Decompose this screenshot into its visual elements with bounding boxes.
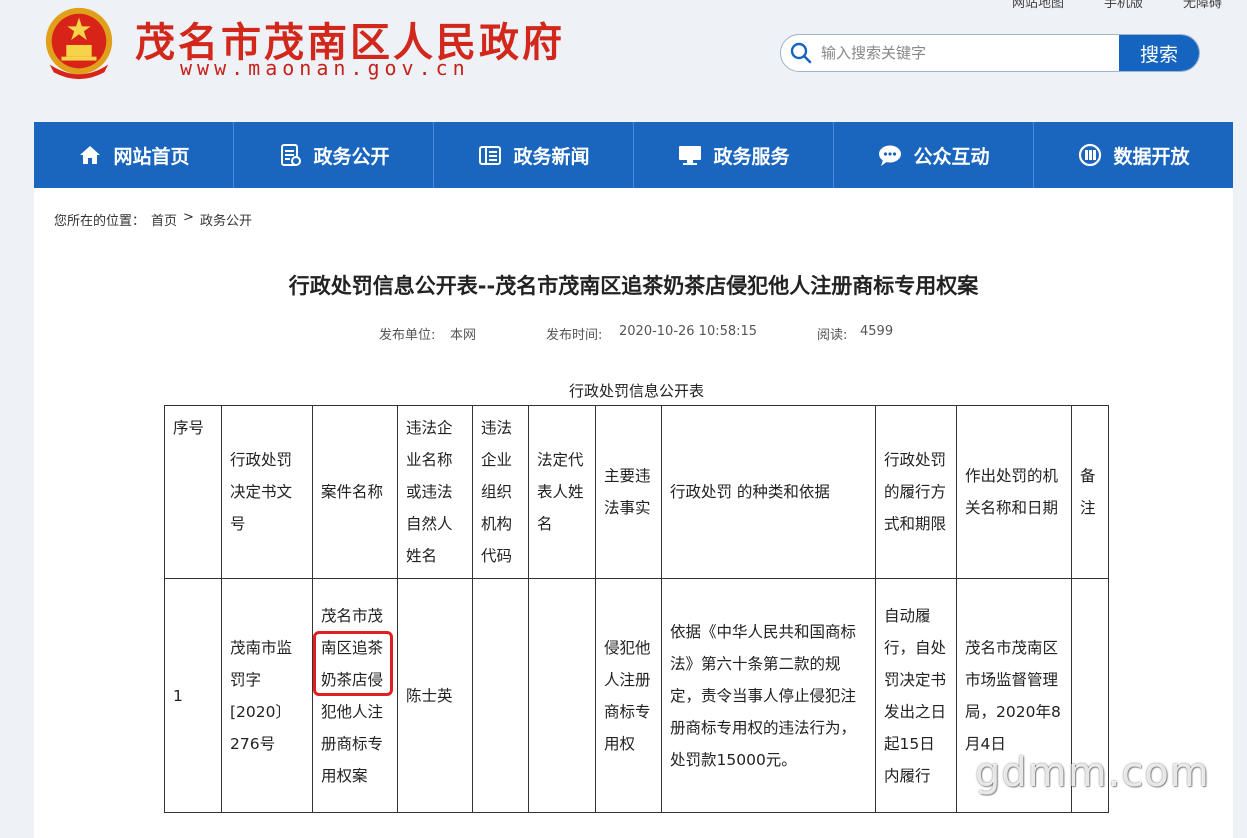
cell-facts: 侵犯他人注册 商标专用权 [595, 578, 662, 813]
header-cell: 序号 [164, 405, 222, 579]
nav-gov-affairs-label: 政务公开 [313, 145, 390, 168]
data-icon [1079, 143, 1102, 167]
red-highlight-box [313, 631, 393, 696]
header-cell: 行政处罚 的种类和依据 [661, 405, 876, 579]
header-cell: 违法企业组织机构代码 [472, 405, 529, 579]
header-cell: 违法企业名称或违法自然人姓名 [397, 405, 473, 579]
search-icon [790, 42, 812, 64]
mobile-link[interactable]: 手机版 [1104, 0, 1143, 11]
nav-gov-affairs[interactable]: 政务公开 [234, 122, 434, 188]
main-content: 您所在的位置： 首页 > 政务公开 行政处罚信息公开表--茂名市茂南区追茶奶茶店… [34, 188, 1233, 838]
nav-news[interactable]: 政务新闻 [434, 122, 634, 188]
watermark: gdmm.com [975, 750, 1210, 796]
table-header-row: 序号 行政处罚决定书文号 案件名称 违法企业名称或违法自然人姓名 违法企业组织机… [164, 405, 1109, 579]
cell-basis: 依据《中华人民共和国商标法》第六十条第二款的规定，责令当事人停止侵犯注册商标专用… [661, 578, 876, 813]
chat-icon [879, 145, 902, 166]
news-icon [479, 146, 502, 165]
nav-home[interactable]: 网站首页 [34, 122, 234, 188]
nav-interaction-label: 公众互动 [913, 145, 990, 168]
nav-open-data[interactable]: 数据开放 [1034, 122, 1233, 188]
header-cell: 案件名称 [312, 405, 398, 579]
accessibility-link[interactable]: 无障碍 [1183, 0, 1222, 11]
national-emblem-icon [45, 7, 113, 80]
publish-time-label: 发布时间: [546, 328, 603, 343]
nav-news-label: 政务新闻 [513, 145, 590, 168]
site-header: 茂名市茂南区人民政府 www.maonan.gov.cn 网站地图 手机版 无障… [0, 0, 1247, 122]
publisher-label: 发布单位: [379, 328, 436, 343]
publish-time-value: 2020-10-26 10:58:15 [619, 324, 758, 339]
search-button[interactable]: 搜索 [1119, 35, 1199, 71]
cell-org-code [472, 578, 529, 813]
site-domain: www.maonan.gov.cn [180, 56, 470, 80]
views-label: 阅读: [817, 328, 848, 343]
breadcrumb-separator: > [183, 210, 194, 225]
search-input[interactable] [821, 35, 1121, 71]
nav-open-data-label: 数据开放 [1113, 145, 1190, 168]
header-cell: 行政处罚决定书文号 [221, 405, 313, 579]
breadcrumb-prefix: 您所在的位置： [54, 214, 146, 229]
views-value: 4599 [860, 324, 894, 339]
home-icon [80, 146, 101, 164]
nav-services[interactable]: 政务服务 [634, 122, 834, 188]
breadcrumb-home[interactable]: 首页 [151, 210, 177, 229]
cell-legal-rep [528, 578, 596, 813]
table-row: 1 茂南市监罚字[2020〕276号 茂名市茂南区追茶奶茶店侵犯他人注册商标专用… [164, 578, 1109, 813]
cell-doc-no: 茂南市监罚字[2020〕276号 [221, 578, 313, 813]
table-caption: 行政处罚信息公开表 [568, 382, 704, 400]
nav-interaction[interactable]: 公众互动 [834, 122, 1034, 188]
breadcrumb: 您所在的位置： 首页 > 政务公开 [54, 210, 252, 229]
header-cell: 法定代表人姓名 [528, 405, 596, 579]
top-links: 网站地图 手机版 无障碍 [1012, 0, 1222, 11]
cell-execution: 自动履行，自处罚决定书发出之日起15日内履行 [875, 578, 957, 813]
nav-services-label: 政务服务 [713, 145, 790, 168]
cell-no: 1 [164, 578, 222, 813]
publisher-value: 本网 [450, 328, 477, 343]
document-icon [281, 144, 302, 166]
penalty-table: 序号 行政处罚决定书文号 案件名称 违法企业名称或违法自然人姓名 违法企业组织机… [164, 405, 1109, 813]
nav-home-label: 网站首页 [113, 145, 190, 168]
sitemap-link[interactable]: 网站地图 [1012, 0, 1064, 11]
header-cell: 作出处罚的机关名称和日期 [956, 405, 1072, 579]
header-cell: 行政处罚的履行方式和期限 [875, 405, 957, 579]
monitor-icon [679, 146, 702, 165]
breadcrumb-gov-affairs[interactable]: 政务公开 [200, 210, 252, 229]
search-bar: 搜索 [780, 34, 1200, 72]
header-cell: 备注 [1071, 405, 1109, 579]
main-nav: 网站首页 政务公开 政务新闻 政务服务 公众互动 数据开放 [34, 122, 1233, 188]
header-cell: 主要违法事实 [595, 405, 662, 579]
cell-party: 陈士英 [397, 578, 473, 813]
article-title: 行政处罚信息公开表--茂名市茂南区追茶奶茶店侵犯他人注册商标专用权案 [288, 274, 979, 298]
